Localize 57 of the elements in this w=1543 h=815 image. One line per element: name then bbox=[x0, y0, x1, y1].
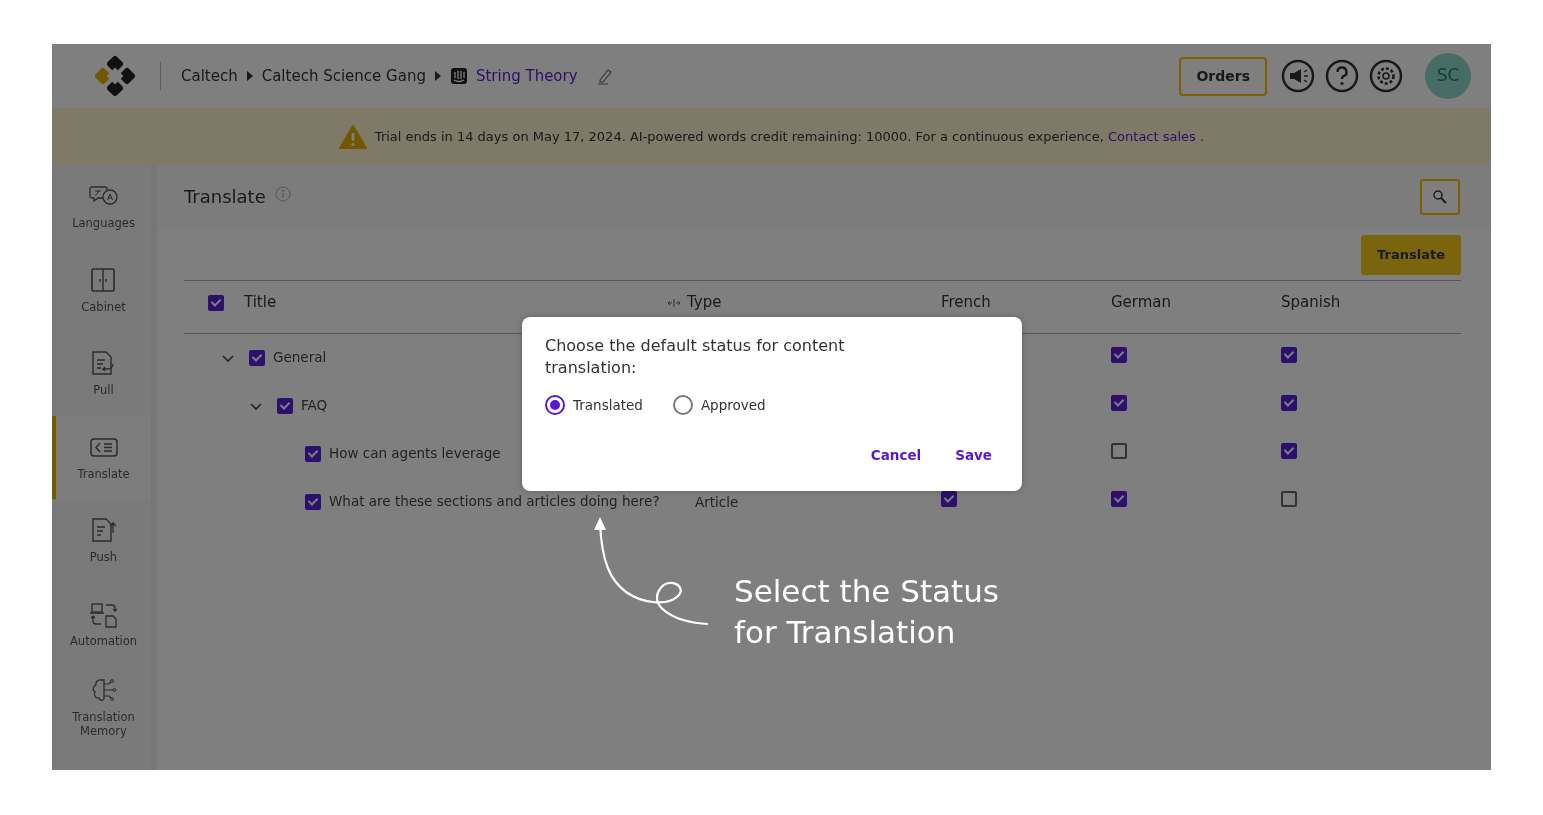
type-cell: Article bbox=[695, 493, 739, 510]
breadcrumb-link[interactable]: Caltech Science Gang bbox=[261, 64, 426, 88]
contact-sales-link[interactable]: Contact sales bbox=[1108, 128, 1196, 144]
sidebar-item[interactable]: Pull bbox=[52, 332, 151, 416]
translate-button[interactable]: Translate bbox=[1361, 235, 1461, 275]
row-title: FAQ bbox=[301, 396, 328, 416]
annotation-text: Select the Status for Translation bbox=[734, 572, 999, 652]
column-header[interactable]: Spanish bbox=[1281, 291, 1341, 314]
checkbox[interactable] bbox=[305, 445, 321, 462]
radio-option[interactable]: Translated bbox=[545, 395, 643, 416]
column-header[interactable]: French bbox=[941, 291, 991, 314]
sidebar-item[interactable]: Automation bbox=[52, 582, 151, 666]
checkbox[interactable] bbox=[208, 294, 224, 311]
cancel-button[interactable]: Cancel bbox=[862, 441, 930, 470]
checkbox[interactable] bbox=[249, 349, 265, 366]
settings-icon[interactable] bbox=[1369, 59, 1403, 93]
radio-option[interactable]: Approved bbox=[672, 395, 766, 416]
caret-icon bbox=[433, 70, 442, 82]
sidebar-item[interactable]: Translation Memory bbox=[52, 666, 151, 750]
sidebar-item[interactable]: Cabinet bbox=[52, 248, 151, 332]
checkbox[interactable] bbox=[1111, 346, 1127, 363]
logo-icon bbox=[92, 53, 138, 99]
row-title: What are these sections and articles doing here? bbox=[329, 492, 660, 512]
breadcrumb-link[interactable]: Caltech bbox=[181, 64, 238, 88]
row-title: How can agents leverage bbox=[329, 444, 501, 464]
megaphone-icon[interactable] bbox=[1281, 59, 1315, 93]
checkbox[interactable] bbox=[1281, 490, 1297, 507]
checkbox[interactable] bbox=[277, 397, 293, 414]
checkbox[interactable] bbox=[1111, 394, 1127, 411]
app-icon bbox=[449, 67, 468, 85]
checkbox[interactable] bbox=[305, 493, 321, 510]
search-button[interactable] bbox=[1420, 179, 1460, 215]
save-button[interactable]: Save bbox=[947, 441, 1000, 470]
sidebar-item[interactable]: Push bbox=[52, 499, 151, 583]
page-title: Translate bbox=[184, 186, 266, 208]
pencil-icon[interactable] bbox=[595, 67, 614, 85]
column-header[interactable]: Type bbox=[687, 291, 722, 314]
sidebar-item[interactable]: Languages bbox=[52, 165, 151, 249]
sync-documents-icon bbox=[88, 600, 119, 629]
orders-button[interactable]: Orders bbox=[1179, 56, 1267, 96]
info-icon bbox=[274, 186, 291, 202]
banner-text: Trial ends in 14 days on May 17, 2024. AI-powered words credit remaining: 10000. For a continuous experience, Contact sales . bbox=[374, 127, 1205, 146]
caret-icon bbox=[245, 70, 254, 82]
checkbox[interactable] bbox=[1281, 394, 1297, 411]
checkbox[interactable] bbox=[1111, 490, 1127, 507]
warning-icon bbox=[338, 123, 367, 150]
row-title: General bbox=[273, 348, 327, 368]
column-header[interactable]: German bbox=[1111, 291, 1172, 314]
search-icon bbox=[1432, 189, 1448, 205]
dialog-question: Choose the default status for content translation: bbox=[545, 335, 846, 379]
help-icon[interactable] bbox=[1325, 59, 1359, 93]
checkbox[interactable] bbox=[1281, 346, 1297, 363]
column-header[interactable]: Title bbox=[244, 291, 277, 314]
breadcrumb-current: String Theory bbox=[475, 65, 578, 87]
resize-icon bbox=[667, 297, 681, 308]
checkbox[interactable] bbox=[1111, 442, 1127, 459]
checkbox[interactable] bbox=[1281, 442, 1297, 459]
